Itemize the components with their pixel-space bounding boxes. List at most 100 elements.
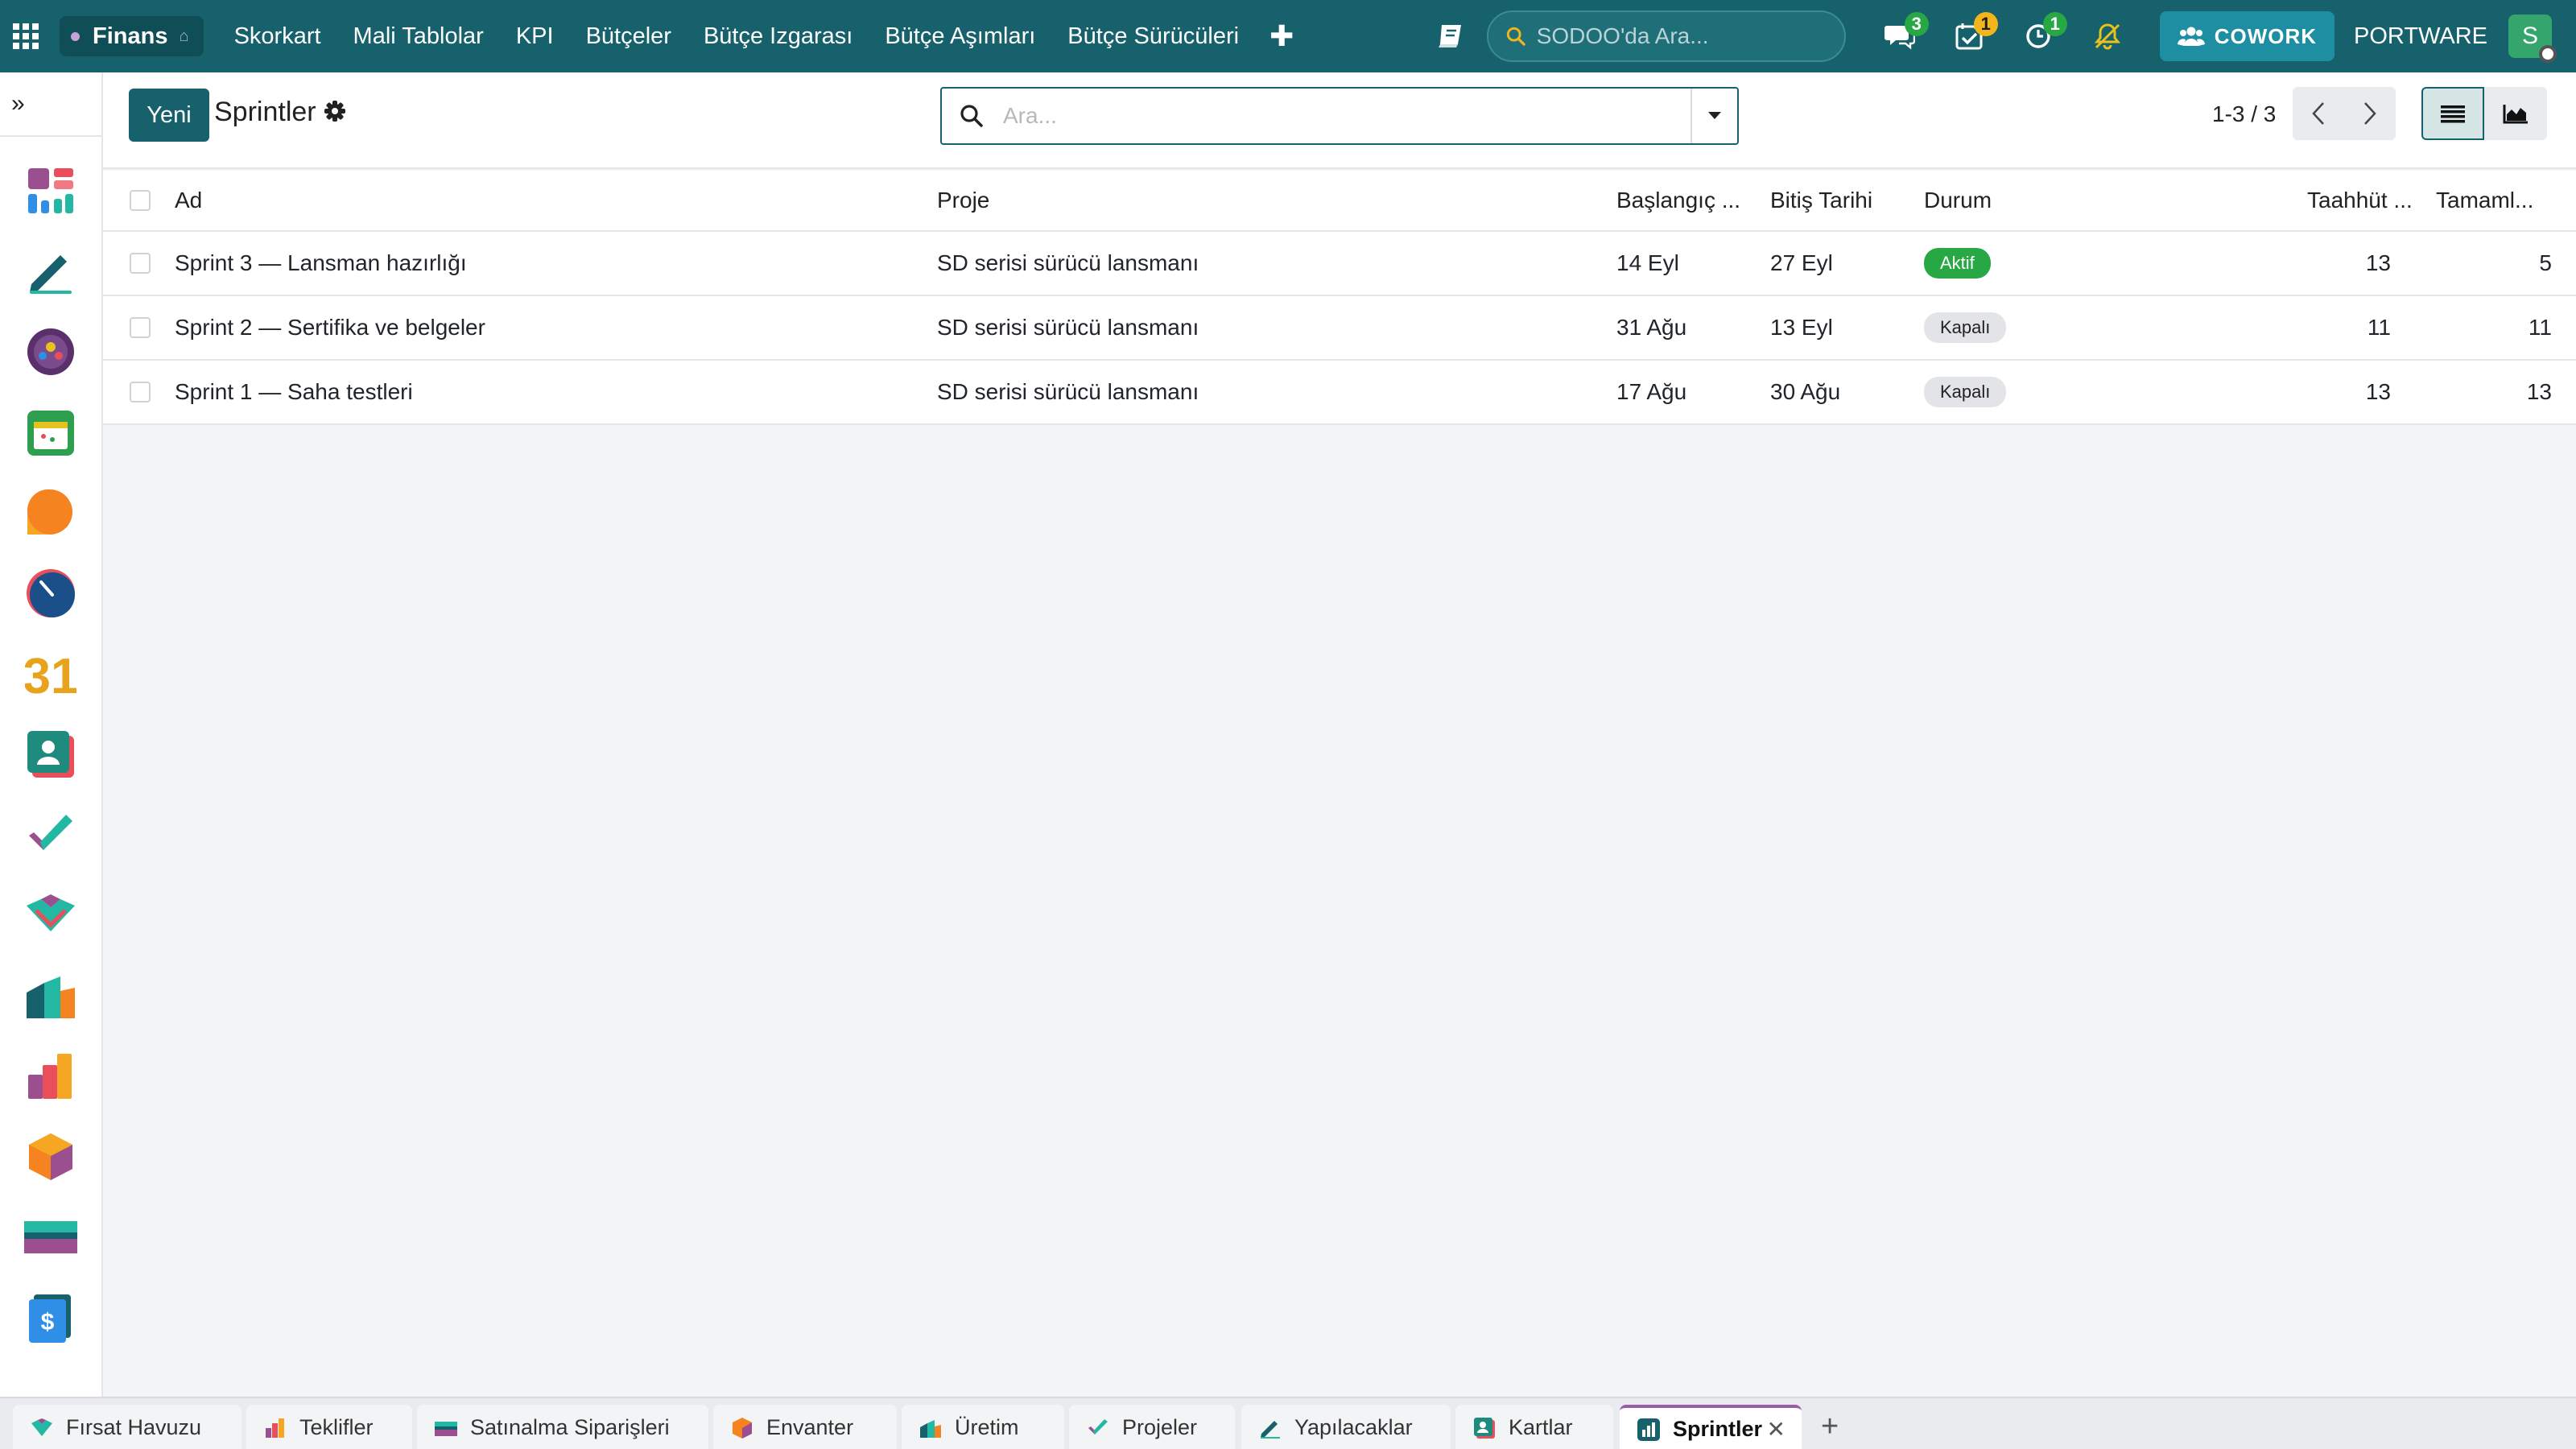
add-menu-icon[interactable]: ✚	[1255, 19, 1308, 53]
cell-status: Kapalı	[1924, 361, 2007, 423]
activities-badge: 1	[1973, 12, 1998, 36]
pager-value[interactable]: 1-3 / 3	[2212, 101, 2276, 127]
menu-item-butce-izgarasi[interactable]: Bütçe Izgarası	[687, 0, 869, 72]
avatar-initial: S	[2521, 23, 2538, 49]
invoicing-app-icon[interactable]: $	[24, 1291, 77, 1344]
control-panel: Yeni Sprintler 1-3 / 3	[103, 72, 2576, 169]
status-badge: Aktif	[1924, 248, 1991, 279]
sidebar-expand-button[interactable]: »	[0, 72, 101, 137]
chart-tab-icon	[1637, 1418, 1660, 1441]
contacts-app-icon[interactable]	[24, 728, 77, 781]
crm-app-icon[interactable]	[24, 486, 77, 539]
calendar-app-icon[interactable]	[24, 406, 77, 459]
gear-icon[interactable]	[324, 100, 346, 122]
list-view-button[interactable]	[2421, 87, 2484, 140]
user-avatar[interactable]: S	[2508, 14, 2557, 63]
tab-satinalma[interactable]: Satınalma Siparişleri	[417, 1405, 708, 1449]
cell-end-date: 30 Ağu	[1770, 379, 1841, 404]
pager-next-button[interactable]	[2344, 87, 2396, 140]
users-icon	[2177, 27, 2205, 46]
purchase-app-icon[interactable]	[24, 1211, 77, 1264]
cowork-button[interactable]: COWORK	[2159, 11, 2335, 61]
column-header-name[interactable]: Ad	[175, 171, 202, 230]
home-icon: ⌂	[179, 27, 189, 45]
cell-completed: 13	[2526, 379, 2552, 404]
activities-button[interactable]: 1	[1948, 12, 1998, 57]
menu-item-kpi[interactable]: KPI	[500, 0, 570, 72]
column-header-completed[interactable]: Tamaml...	[2436, 171, 2533, 230]
brand-menu[interactable]: Finans ⌂	[60, 16, 204, 56]
messages-button[interactable]: 3	[1879, 12, 1929, 57]
tab-label: Teklifler	[299, 1415, 374, 1439]
column-header-status[interactable]: Durum	[1924, 171, 1992, 230]
discuss-app-icon[interactable]	[24, 325, 77, 378]
cell-commitment: 13	[2365, 379, 2391, 404]
table-row[interactable]: Sprint 3 — Lansman hazırlığı SD serisi s…	[103, 232, 2576, 296]
pager-previous-button[interactable]	[2293, 87, 2344, 140]
tab-uretim[interactable]: Üretim	[902, 1405, 1064, 1449]
add-tab-icon[interactable]: +	[1821, 1410, 1839, 1444]
close-tab-icon[interactable]: ✕	[1767, 1416, 1785, 1443]
tab-kartlar[interactable]: Kartlar	[1455, 1405, 1613, 1449]
sales-app-icon[interactable]	[24, 889, 77, 942]
menu-item-butceler[interactable]: Bütçeler	[570, 0, 687, 72]
cell-start-date: 31 Ağu	[1616, 315, 1687, 340]
book-icon[interactable]	[1437, 23, 1464, 49]
table-row[interactable]: Sprint 2 — Sertifika ve belgeler SD seri…	[103, 296, 2576, 361]
dashboard-app-icon[interactable]	[24, 164, 77, 217]
tab-label: Satınalma Siparişleri	[470, 1415, 670, 1439]
main-menu: Skorkart Mali Tablolar KPI Bütçeler Bütç…	[218, 0, 1309, 72]
company-switcher[interactable]: PORTWARE	[2354, 23, 2487, 50]
tab-label: Fırsat Havuzu	[66, 1415, 202, 1439]
notifications-muted-button[interactable]	[2087, 15, 2128, 57]
global-search-input[interactable]	[1536, 23, 1827, 49]
project-app-icon[interactable]	[24, 808, 77, 861]
apps-menu-button[interactable]	[0, 0, 52, 72]
calendar-31-app-icon[interactable]: 31	[24, 647, 77, 700]
dashboard-gauge-app-icon[interactable]	[24, 567, 77, 620]
tab-teklifler[interactable]: Teklifler	[246, 1405, 412, 1449]
global-search[interactable]	[1486, 10, 1846, 62]
tab-firsat-havuzu[interactable]: Fırsat Havuzu	[13, 1405, 242, 1449]
todo-app-icon[interactable]	[24, 245, 77, 298]
column-header-start-date[interactable]: Başlangıç ...	[1616, 171, 1740, 230]
column-header-end-date[interactable]: Bitiş Tarihi	[1770, 171, 1872, 230]
column-header-project[interactable]: Proje	[937, 171, 989, 230]
manufacturing-app-icon[interactable]	[24, 969, 77, 1022]
row-checkbox[interactable]	[130, 361, 151, 423]
navbar-systray: 3 1 1	[1437, 0, 2576, 72]
crm-tab-icon	[31, 1418, 52, 1436]
table-row[interactable]: Sprint 1 — Saha testleri SD serisi sürüc…	[103, 361, 2576, 425]
top-navbar: Finans ⌂ Skorkart Mali Tablolar KPI Bütç…	[0, 0, 2576, 72]
column-header-commitment[interactable]: Taahhüt ...	[2307, 171, 2413, 230]
row-checkbox[interactable]	[130, 296, 151, 359]
menu-item-butce-suruculeri[interactable]: Bütçe Sürücüleri	[1051, 0, 1255, 72]
timer-button[interactable]: 1	[2017, 12, 2067, 57]
search-bar[interactable]	[940, 87, 1739, 145]
search-icon	[1506, 27, 1525, 46]
tab-label: Projeler	[1122, 1415, 1198, 1439]
search-options-toggle[interactable]	[1690, 89, 1737, 143]
inventory-app-icon[interactable]	[24, 1130, 77, 1183]
tab-sprintler[interactable]: Sprintler ✕	[1620, 1405, 1802, 1449]
tab-projeler[interactable]: Projeler	[1069, 1405, 1235, 1449]
menu-item-skorkart[interactable]: Skorkart	[218, 0, 337, 72]
cell-start-date: 14 Eyl	[1616, 250, 1679, 275]
cell-status: Aktif	[1924, 232, 1991, 295]
cell-end-date: 27 Eyl	[1770, 250, 1833, 275]
tab-label: Üretim	[955, 1415, 1019, 1439]
menu-item-butce-asimlari[interactable]: Bütçe Aşımları	[869, 0, 1051, 72]
chevron-right-icon	[2364, 102, 2376, 125]
status-badge: Kapalı	[1924, 377, 2007, 407]
search-input[interactable]	[1003, 103, 1663, 129]
status-badge: Kapalı	[1924, 312, 2007, 343]
reports-app-icon[interactable]	[24, 1050, 77, 1103]
tab-envanter[interactable]: Envanter	[713, 1405, 897, 1449]
row-checkbox[interactable]	[130, 232, 151, 295]
bell-slash-icon	[2094, 23, 2120, 50]
select-all-checkbox[interactable]	[130, 171, 151, 230]
tab-yapilacaklar[interactable]: Yapılacaklar	[1241, 1405, 1451, 1449]
menu-item-mali-tablolar[interactable]: Mali Tablolar	[337, 0, 500, 72]
graph-view-button[interactable]	[2484, 87, 2547, 140]
new-record-button[interactable]: Yeni	[129, 89, 209, 142]
